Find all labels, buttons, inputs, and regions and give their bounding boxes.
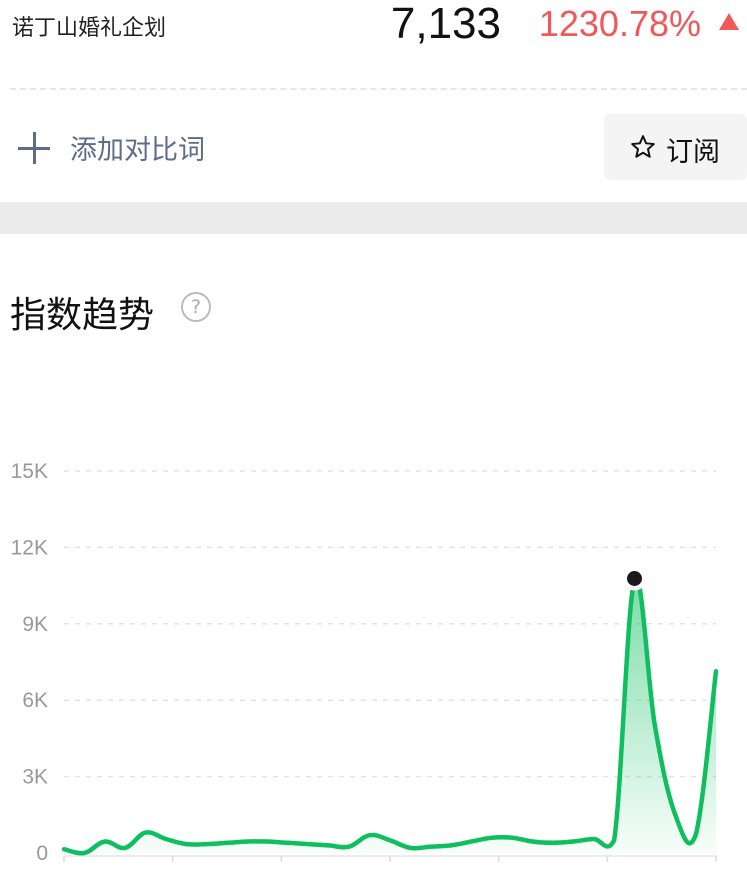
highlight-marker[interactable] xyxy=(627,571,642,587)
data-point[interactable] xyxy=(303,838,315,850)
data-point[interactable] xyxy=(527,836,539,848)
data-point[interactable] xyxy=(608,834,620,846)
data-point[interactable] xyxy=(58,843,70,855)
y-tick-label: 15K xyxy=(11,460,48,483)
data-point[interactable] xyxy=(669,809,681,821)
data-point[interactable] xyxy=(99,836,111,848)
data-point[interactable] xyxy=(547,837,559,849)
data-point[interactable] xyxy=(241,836,253,848)
data-point[interactable] xyxy=(201,838,213,850)
data-point[interactable] xyxy=(323,839,335,851)
trend-chart: 0 3K 6K 9K 12K 15K xyxy=(11,460,722,865)
data-point[interactable] xyxy=(180,838,192,850)
data-point[interactable] xyxy=(486,832,498,844)
data-point[interactable] xyxy=(160,833,172,845)
data-point[interactable] xyxy=(588,833,600,845)
data-point[interactable] xyxy=(78,847,90,859)
y-tick-label: 6K xyxy=(22,689,48,712)
series-line xyxy=(61,575,719,856)
data-point[interactable] xyxy=(221,837,233,849)
data-point[interactable] xyxy=(445,839,457,851)
data-point[interactable] xyxy=(282,837,294,849)
data-point[interactable] xyxy=(690,829,702,841)
data-point[interactable] xyxy=(262,836,274,848)
data-point[interactable] xyxy=(343,841,355,853)
data-point[interactable] xyxy=(384,834,396,846)
y-tick-label: 0 xyxy=(36,842,48,865)
y-tick-label: 3K xyxy=(22,766,48,789)
data-point[interactable] xyxy=(404,842,416,854)
y-tick-label: 12K xyxy=(11,536,48,559)
data-point[interactable] xyxy=(649,720,661,732)
data-point[interactable] xyxy=(119,842,131,854)
data-point[interactable] xyxy=(425,841,437,853)
data-point[interactable] xyxy=(567,836,579,848)
data-point[interactable] xyxy=(710,665,722,677)
data-point[interactable] xyxy=(506,832,518,844)
data-point[interactable] xyxy=(466,836,478,848)
data-point[interactable] xyxy=(364,829,376,841)
data-point[interactable] xyxy=(140,827,152,839)
y-tick-label: 9K xyxy=(22,613,48,636)
